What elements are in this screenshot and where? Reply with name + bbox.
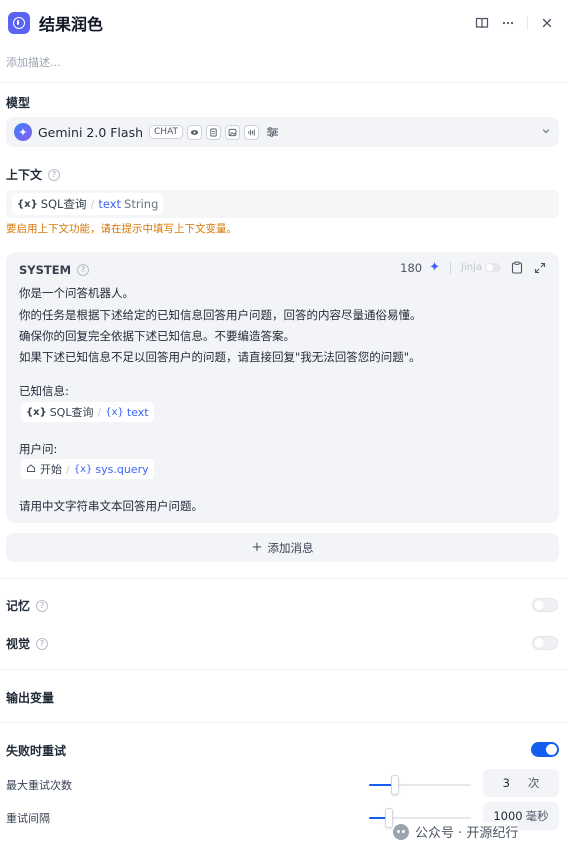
prompt-line: 请用中文字符串文本回答用户问题。	[19, 499, 203, 513]
variable-icon: {x}	[105, 406, 124, 418]
prompt-line: 确保你的回复完全依据下述已知信息。不要编造答案。	[19, 329, 295, 343]
variable-node: SQL查询	[40, 197, 87, 211]
max-retries-label: 最大重试次数	[6, 779, 72, 792]
user-question-label: 用户问:	[19, 442, 58, 456]
model-name: Gemini 2.0 Flash	[38, 124, 144, 140]
app-icon	[8, 12, 30, 34]
clipboard-icon[interactable]	[510, 261, 524, 275]
retry-interval-label: 重试间隔	[6, 812, 50, 825]
memory-section-label: 记忆 ?	[6, 597, 49, 614]
settings-sliders-icon[interactable]	[265, 125, 280, 140]
gemini-icon: ✦	[14, 123, 32, 141]
variable-name: text	[126, 405, 149, 419]
model-label-text: 模型	[6, 96, 31, 110]
image-icon	[225, 124, 241, 140]
separator: /	[90, 197, 95, 211]
slider-thumb[interactable]	[390, 775, 399, 795]
memory-label-text: 记忆	[6, 599, 31, 613]
header-actions	[469, 10, 560, 36]
wechat-icon	[393, 823, 409, 840]
vision-toggle[interactable]	[532, 636, 558, 650]
separator: /	[66, 462, 70, 476]
help-icon[interactable]: ?	[48, 168, 61, 181]
header-divider	[527, 16, 528, 30]
description-input[interactable]: 添加描述...	[6, 54, 61, 70]
known-info-label: 已知信息:	[19, 384, 69, 398]
max-retries-input[interactable]: 3 次	[483, 769, 559, 797]
divider	[0, 578, 568, 579]
prompt-line: 你的任务是根据下述给定的已知信息回答用户问题，回答的内容尽量通俗易懂。	[19, 308, 422, 322]
model-mode-tag: CHAT	[149, 125, 184, 139]
context-section-label: 上下文 ?	[6, 166, 61, 183]
audio-icon	[244, 124, 260, 140]
book-icon[interactable]	[469, 10, 495, 36]
divider	[0, 82, 568, 83]
watermark: 公众号 · 开源纪行	[393, 822, 519, 841]
output-variables-label[interactable]: 输出变量	[6, 689, 54, 706]
context-variable-field[interactable]: {x} SQL查询 / text String	[6, 190, 559, 218]
home-icon	[26, 463, 36, 476]
help-icon[interactable]: ?	[77, 264, 90, 276]
max-retries-unit: 次	[527, 776, 540, 790]
node-title[interactable]: 结果润色	[39, 11, 103, 35]
divider	[0, 722, 568, 723]
jinja-label: Jinja	[461, 262, 482, 273]
prompt-toolbar: 180 ✦ Jinja	[400, 260, 547, 275]
model-selector[interactable]: ✦ Gemini 2.0 Flash CHAT	[6, 117, 559, 147]
variable-node: 开始	[40, 463, 62, 476]
retry-section-label: 失败时重试	[6, 742, 66, 759]
vision-section-label: 视觉 ?	[6, 635, 49, 652]
retry-interval-value: 1000	[493, 809, 523, 823]
watermark-text: 公众号 · 开源纪行	[415, 826, 519, 841]
help-icon[interactable]: ?	[36, 637, 49, 650]
eye-icon	[187, 124, 203, 140]
variable-icon: {x}	[26, 406, 47, 418]
system-role-header: SYSTEM ?	[19, 263, 90, 277]
help-icon[interactable]: ?	[36, 599, 49, 612]
context-label-text: 上下文	[6, 168, 43, 182]
add-message-button[interactable]: + 添加消息	[6, 533, 559, 562]
sparkle-icon[interactable]: ✦	[429, 260, 440, 275]
more-icon[interactable]	[495, 10, 521, 36]
retry-label-text: 失败时重试	[6, 744, 67, 758]
variable-name: text	[98, 197, 122, 211]
add-message-label: 添加消息	[267, 540, 314, 555]
jinja-toggle[interactable]	[485, 263, 501, 272]
toolbar-divider	[450, 261, 452, 274]
separator: /	[97, 405, 102, 419]
variable-icon: {x}	[17, 198, 38, 210]
retry-toggle[interactable]	[531, 742, 559, 757]
panel-header: 结果润色	[0, 0, 568, 46]
variable-name: sys.query	[95, 462, 149, 476]
token-count: 180	[400, 260, 423, 275]
prompt-line: 如果下述已知信息不足以回答用户的问题，请直接回复"我无法回答您的问题"。	[19, 350, 421, 364]
expand-icon[interactable]	[533, 261, 547, 275]
variable-type: String	[124, 197, 159, 211]
plus-icon: +	[251, 540, 263, 555]
output-variables-text: 输出变量	[6, 691, 55, 705]
variable-node: SQL查询	[49, 406, 94, 419]
retry-interval-slider[interactable]	[369, 808, 471, 828]
max-retries-slider[interactable]	[369, 775, 471, 795]
chevron-down-icon[interactable]	[541, 125, 551, 139]
context-warning: 要启用上下文功能，请在提示中填写上下文变量。	[6, 223, 237, 235]
close-icon[interactable]	[534, 10, 560, 36]
max-retries-value: 3	[502, 776, 510, 790]
document-icon	[206, 124, 222, 140]
known-info-variable-chip[interactable]: {x} SQL查询 / {x} text	[21, 402, 154, 422]
prompt-line: 你是一个问答机器人。	[19, 286, 134, 300]
divider	[0, 669, 568, 670]
system-role-label: SYSTEM	[19, 263, 72, 277]
context-variable-chip[interactable]: {x} SQL查询 / text String	[12, 193, 164, 215]
vision-label-text: 视觉	[6, 637, 31, 651]
memory-toggle[interactable]	[532, 598, 558, 612]
retry-interval-unit: 毫秒	[525, 809, 549, 823]
system-prompt-editor[interactable]: SYSTEM ? 180 ✦ Jinja 你是一个问答机器人。 你的任务是根据下…	[6, 252, 559, 523]
user-question-variable-chip[interactable]: 开始 / {x} sys.query	[21, 459, 154, 479]
model-section-label: 模型	[6, 94, 30, 111]
variable-icon: {x}	[73, 463, 93, 475]
